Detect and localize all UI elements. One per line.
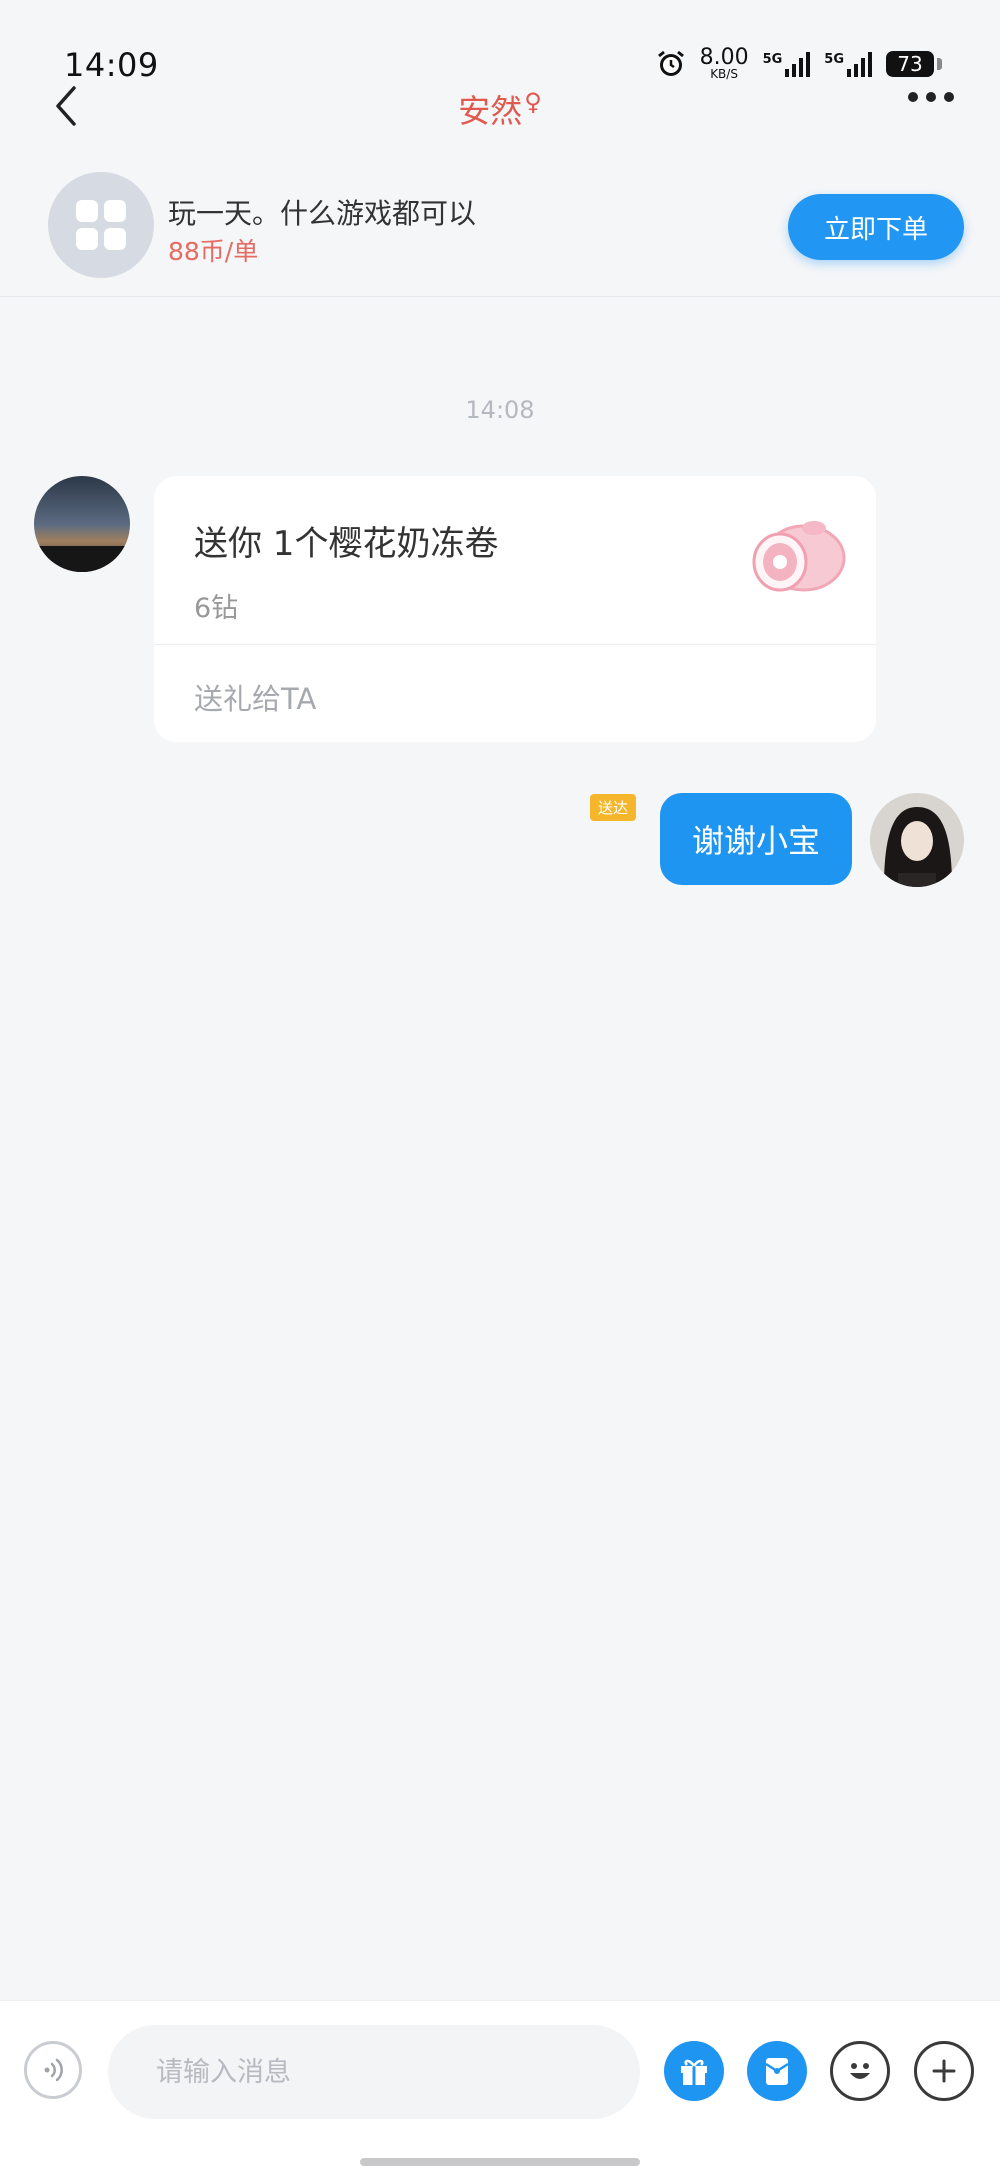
divider — [154, 644, 876, 645]
send-gift-link[interactable]: 送礼给TA — [194, 676, 316, 718]
more-options-button[interactable] — [908, 92, 954, 102]
voice-button[interactable] — [24, 2041, 82, 2099]
contact-name-text: 安然 — [458, 92, 523, 130]
gift-icon — [681, 2059, 707, 2085]
order-now-button[interactable]: 立即下单 — [788, 194, 964, 260]
gift-button[interactable] — [664, 2041, 724, 2101]
network-speed: 8.00 KB/S — [699, 45, 749, 81]
voice-icon — [44, 2058, 63, 2082]
plus-icon — [932, 2059, 956, 2083]
my-avatar[interactable] — [870, 793, 964, 887]
emoji-button[interactable] — [830, 2041, 890, 2101]
avatar-image — [34, 476, 130, 572]
signal-icon — [847, 52, 872, 77]
input-bar — [0, 2000, 1000, 2180]
status-icons: 8.00 KB/S 5G 5G 73 — [656, 45, 942, 81]
sakura-cake-roll-icon — [752, 521, 846, 592]
gift-title: 送你 1个樱花奶冻卷 — [194, 524, 499, 564]
contact-name: 安然♀ — [0, 86, 1000, 132]
speed-value: 8.00 — [699, 45, 749, 70]
delivered-status-badge: 送达 — [590, 794, 637, 821]
app-grid-icon — [48, 172, 154, 278]
service-price: 88币/单 — [168, 237, 259, 266]
status-time: 14:09 — [64, 46, 159, 84]
contact-avatar[interactable] — [34, 476, 130, 572]
speed-unit: KB/S — [710, 67, 738, 81]
home-indicator[interactable] — [360, 2158, 640, 2166]
my-message-bubble[interactable]: 谢谢小宝 — [660, 793, 852, 885]
more-dot — [926, 92, 936, 102]
more-dot — [944, 92, 954, 102]
more-dot — [908, 92, 918, 102]
emoji-icon — [850, 2063, 870, 2079]
message-timestamp: 14:08 — [465, 396, 535, 424]
message-input[interactable] — [108, 2025, 640, 2119]
more-actions-button[interactable] — [914, 2041, 974, 2101]
service-card[interactable]: 玩一天。什么游戏都可以 88币/单 立即下单 — [0, 160, 1000, 297]
signal-1: 5G — [763, 51, 811, 77]
avatar-image — [870, 793, 964, 887]
battery-icon: 73 — [886, 51, 942, 77]
female-icon: ♀ — [524, 88, 542, 117]
signal-label-1: 5G — [762, 52, 783, 67]
service-title: 玩一天。什么游戏都可以 — [168, 197, 477, 230]
signal-label-2: 5G — [824, 52, 844, 67]
red-packet-button[interactable] — [747, 2041, 807, 2101]
alarm-icon — [657, 50, 684, 76]
gift-message-card[interactable]: 送你 1个樱花奶冻卷 6钻 送礼给TA — [154, 476, 876, 742]
signal-2: 5G — [824, 51, 872, 77]
red-packet-icon — [765, 2058, 789, 2085]
signal-icon — [785, 52, 811, 77]
gift-cost: 6钻 — [194, 593, 239, 624]
